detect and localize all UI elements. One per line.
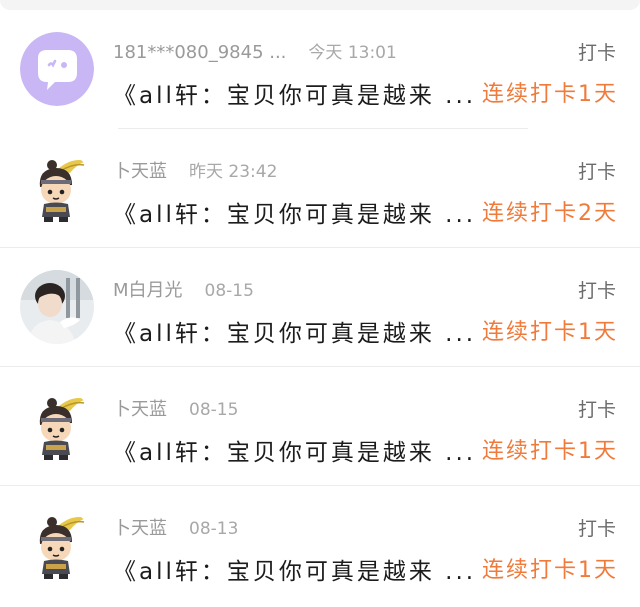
type-label: 打卡 [577,399,616,421]
content-preview[interactable]: 《all轩：宝贝你可真是越来 ... [113,552,476,586]
name-line: 卜天蓝 08-15 [113,395,238,421]
user-name[interactable]: 卜天蓝 [113,399,167,420]
user-name[interactable]: 181***080_9845 ... [113,42,286,63]
cartoon-ninja-icon[interactable] [20,151,94,225]
streak-label: 连续打卡1天 [482,320,618,345]
list-item[interactable]: 卜天蓝 08-13 打卡 《all轩：宝贝你可真是越来 ... 连续打卡1天 [0,486,640,605]
top-sheet-edge [0,0,640,10]
content-preview[interactable]: 《all轩：宝贝你可真是越来 ... [113,76,476,110]
streak-label: 连续打卡1天 [482,439,618,464]
checkin-list: 181***080_9845 ... 今天 13:01 打卡 《all轩：宝贝你可… [0,10,640,605]
cartoon-ninja-icon[interactable] [20,508,94,582]
name-line: 卜天蓝 昨天 23:42 [113,157,277,183]
user-name[interactable]: 卜天蓝 [113,161,167,182]
user-name[interactable]: M白月光 [113,280,183,301]
streak-label: 连续打卡1天 [482,82,618,107]
type-label: 打卡 [577,161,616,183]
name-line: 181***080_9845 ... 今天 13:01 [113,38,397,63]
user-name[interactable]: 卜天蓝 [113,518,167,539]
purple-chat-bubble-icon[interactable] [20,32,94,106]
content-preview[interactable]: 《all轩：宝贝你可真是越来 ... [113,314,476,348]
post-time: 08-15 [204,281,254,301]
name-line: M白月光 08-15 [113,276,254,302]
type-label: 打卡 [577,42,616,64]
post-time: 今天 13:01 [308,43,397,63]
cartoon-ninja-icon[interactable] [20,389,94,463]
streak-label: 连续打卡2天 [482,201,618,226]
post-time: 昨天 23:42 [189,162,278,182]
list-item[interactable]: M白月光 08-15 打卡 《all轩：宝贝你可真是越来 ... 连续打卡1天 [0,248,640,367]
content-preview[interactable]: 《all轩：宝贝你可真是越来 ... [113,433,476,467]
name-line: 卜天蓝 08-13 [113,514,238,540]
content-preview[interactable]: 《all轩：宝贝你可真是越来 ... [113,195,476,229]
post-time: 08-15 [189,400,239,420]
type-label: 打卡 [577,280,616,302]
streak-label: 连续打卡1天 [482,558,618,583]
type-label: 打卡 [577,518,616,540]
list-item[interactable]: 181***080_9845 ... 今天 13:01 打卡 《all轩：宝贝你可… [0,10,640,129]
list-item[interactable]: 卜天蓝 08-15 打卡 《all轩：宝贝你可真是越来 ... 连续打卡1天 [0,367,640,486]
post-time: 08-13 [189,519,239,539]
list-item[interactable]: 卜天蓝 昨天 23:42 打卡 《all轩：宝贝你可真是越来 ... 连续打卡2天 [0,129,640,248]
photo-avatar[interactable] [20,270,94,344]
